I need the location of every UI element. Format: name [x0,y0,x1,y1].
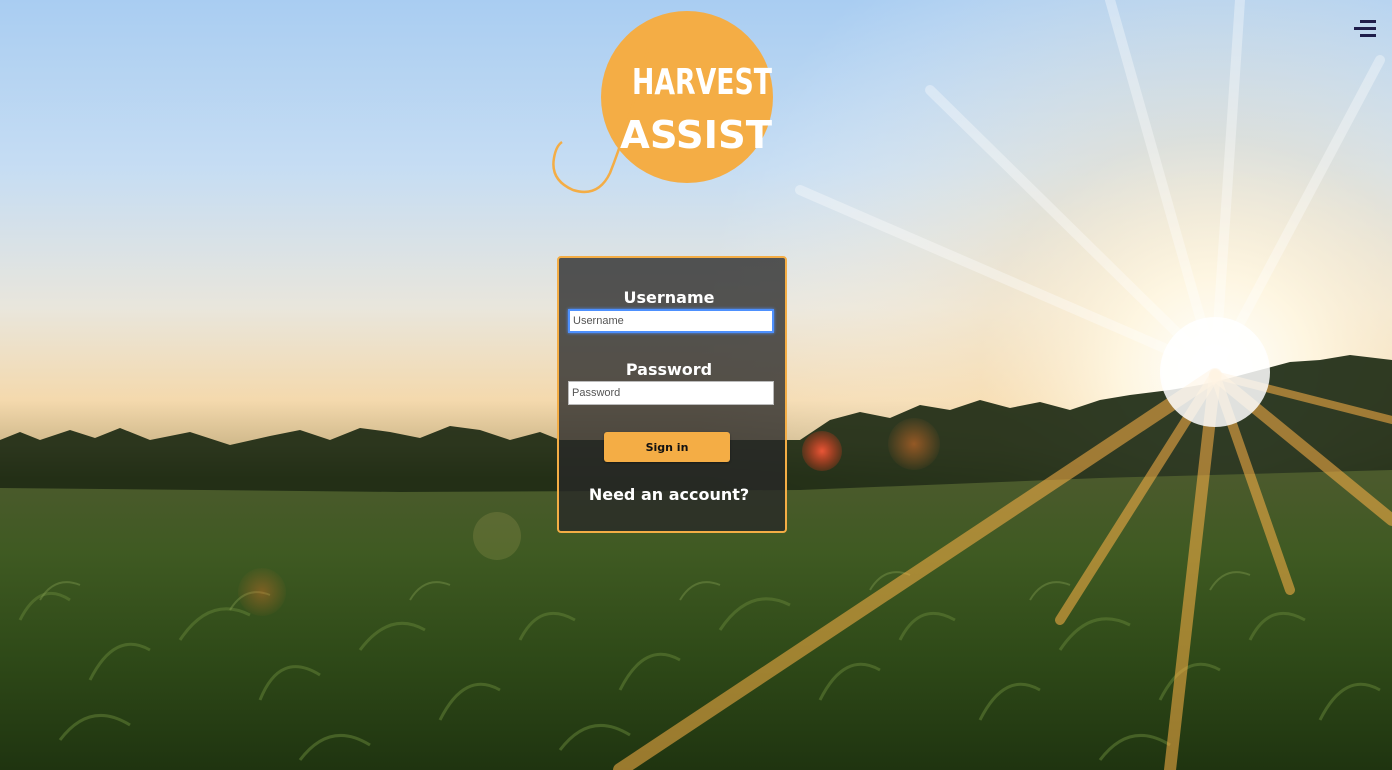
password-label: Password [625,360,713,379]
login-form: Username Password Sign in Need an accoun… [557,256,787,533]
login-page: HARVEST ASSIST Username Password Sign in… [0,0,1392,770]
password-input[interactable] [568,381,774,405]
username-input[interactable] [568,309,774,333]
harvest-assist-logo: HARVEST ASSIST [552,11,773,194]
need-account-link[interactable]: Need an account? [559,485,779,504]
menu-bar-top [1360,20,1376,23]
hamburger-menu-icon[interactable] [1354,18,1378,40]
sign-in-button[interactable]: Sign in [604,432,730,462]
logo-text-line2: ASSIST [620,113,772,157]
menu-bar-bottom [1360,34,1376,37]
menu-bar-middle [1354,27,1376,30]
logo-text-line1: HARVEST [632,62,772,103]
username-label: Username [623,288,715,307]
